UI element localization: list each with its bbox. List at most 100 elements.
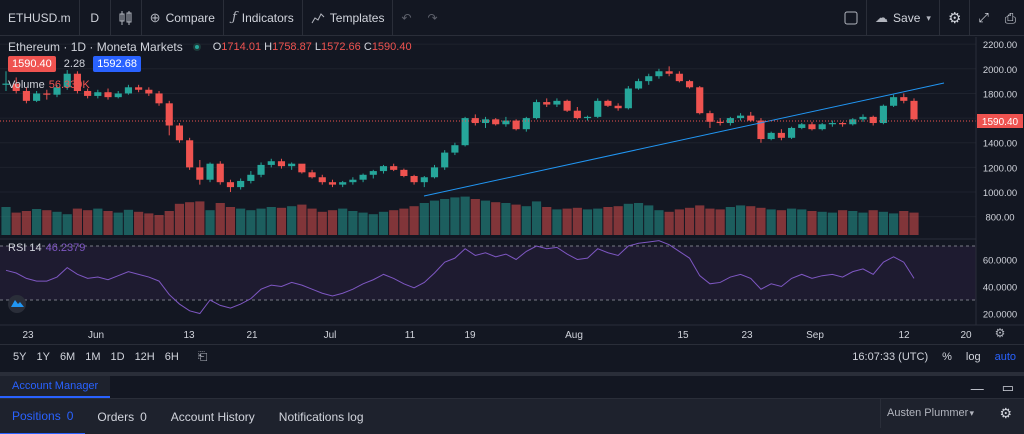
volume-bar [266,207,276,235]
candle-body [665,71,673,74]
plus-circle-icon: ⊕ [149,9,161,25]
time-tick-label: 19 [464,330,476,341]
tab-notifications-log[interactable]: Notifications log [267,399,376,434]
range-button-5y[interactable]: 5Y [8,351,31,363]
indicators-button[interactable]: ƒ Indicators [224,0,302,36]
candle-body [502,120,510,125]
open-key: O [212,41,222,53]
time-tick-label: 23 [741,330,753,341]
candle-body [879,105,887,124]
candle-body [798,124,806,128]
expand-button[interactable]: ⤢ [970,0,996,36]
tab-orders[interactable]: Orders 0 [85,399,158,434]
compare-label: Compare [165,10,215,25]
candle-body [114,93,122,98]
settings-button[interactable]: ⚙ [940,0,969,36]
log-toggle[interactable]: log [966,351,981,363]
templates-icon [311,12,325,23]
tab-label: Notifications log [278,409,364,424]
volume-bar [368,214,378,235]
gear-icon: ⚙ [999,405,1012,421]
volume-bar [358,212,368,235]
volume-bar [83,210,93,235]
range-button-1d[interactable]: 1D [106,351,130,363]
percent-toggle[interactable]: % [942,351,952,363]
candle-body [369,171,377,175]
volume-bar [378,211,389,235]
go-to-realtime-button[interactable] [8,295,26,313]
candle-body [165,103,173,126]
tab-account-history[interactable]: Account History [159,399,267,434]
volume-bar [654,210,664,235]
candle-body [135,87,143,90]
candle-body [512,120,520,130]
undo-button[interactable]: ↶ [393,0,419,36]
chart-type-button[interactable] [111,0,141,36]
range-button-1m[interactable]: 1M [80,351,105,363]
date-range-icon[interactable]: ⎗ [198,349,208,364]
sell-button[interactable]: 1590.40 [8,56,56,72]
clock[interactable]: 16:07:33 (UTC) [852,351,928,363]
volume-bar [511,204,521,235]
maximize-icon[interactable]: ▭ [1002,380,1014,396]
volume-bar [521,206,531,235]
candle-body [22,90,30,101]
volume-bar [746,206,756,235]
rsi-legend[interactable]: RSI 14 46.2379 [8,242,85,254]
candle-body [553,100,561,105]
candle-body [900,97,908,101]
volume-bar [450,197,460,235]
price-chart[interactable]: 2200.002000.001800.001600.001400.001200.… [0,37,1024,344]
fullscreen-toggle-button[interactable] [836,0,866,36]
rsi-axis[interactable]: 60.0000 40.0000 20.0000 [983,256,1017,321]
candle-body [145,89,153,94]
price-tick-label: 1800.00 [983,89,1017,100]
candle-body [645,76,653,82]
volume-bar [460,196,470,235]
volume-bar [868,210,878,235]
minimize-icon[interactable]: — [971,381,984,396]
buy-button[interactable]: 1592.68 [93,56,141,72]
close-value: 1590.40 [371,41,412,53]
time-tick-label: Jul [324,330,337,341]
volume-bar [542,207,552,235]
screenshot-button[interactable]: ⎙ [997,0,1024,36]
symbol-search-button[interactable]: ETHUSD.m [0,0,79,36]
range-button-12h[interactable]: 12H [130,351,160,363]
redo-button[interactable]: ↷ [420,0,446,36]
account-manager-tab[interactable]: Account Manager [0,376,111,398]
volume-bar [52,211,62,235]
volume-bar [62,214,72,235]
range-button-1y[interactable]: 1Y [31,351,54,363]
tab-positions[interactable]: Positions 0 [0,399,86,434]
volume-bar [440,199,450,235]
spread-value: 2.28 [63,58,86,70]
save-button[interactable]: ☁ Save ▾ [867,0,939,36]
interval-button[interactable]: D [80,0,110,36]
account-user-select[interactable]: Austen Plummer ▾ [880,398,980,428]
compare-button[interactable]: ⊕ Compare [142,0,223,36]
volume-bar [848,211,858,235]
candle-body [869,116,877,124]
account-manager-header: Account Manager — ▭ [0,372,1024,398]
volume-bar [287,206,297,235]
volume-bar [246,210,256,235]
volume-bar [72,208,83,235]
volume-bar [215,203,225,235]
volume-bar [144,213,154,235]
candle-body [614,105,622,109]
auto-toggle[interactable]: auto [995,351,1016,363]
range-button-6m[interactable]: 6M [55,351,80,363]
price-tick-label: 800.00 [985,213,1014,224]
volume-legend[interactable]: Volume 56.339K [8,79,90,91]
candle-body [288,163,296,167]
price-tick-label: 1400.00 [983,139,1017,150]
volume-bar [858,212,868,235]
account-settings-button[interactable]: ⚙ [999,405,1012,422]
templates-button[interactable]: Templates [303,0,393,36]
chart-settings-button[interactable]: ⚙ [995,326,1006,340]
range-button-6h[interactable]: 6H [160,351,184,363]
candle-body [543,102,551,105]
cloud-icon: ☁ [875,10,889,25]
chevron-down-icon: ▾ [969,407,974,418]
